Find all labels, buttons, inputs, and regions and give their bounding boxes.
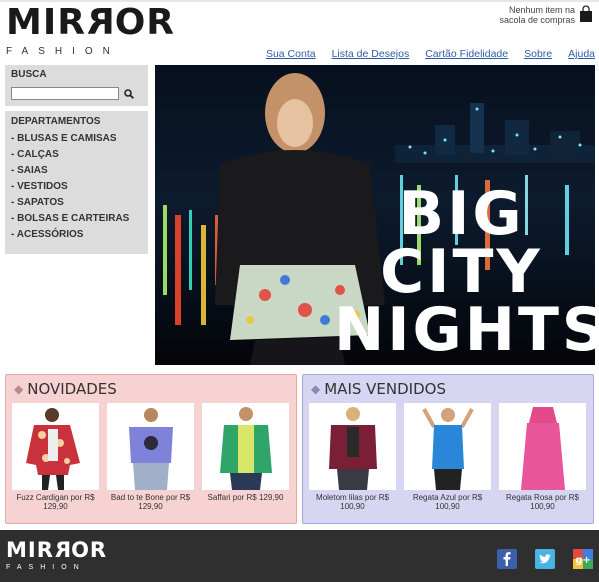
departments-box: DEPARTAMENTOS - BLUSAS E CAMISAS - CALÇA…	[5, 111, 148, 254]
nav-link-cartao-fidelidade[interactable]: Cartão Fidelidade	[425, 48, 508, 60]
product-caption[interactable]: Moletom lilas por R$ 100,90	[309, 493, 396, 513]
novidades-title: NOVIDADES	[27, 380, 117, 398]
department-item-acessorios[interactable]: - ACESSÓRIOS	[11, 227, 148, 243]
product-image[interactable]	[404, 403, 491, 490]
banner-line-2: CITY	[380, 237, 543, 307]
logo-tagline: FASHION	[6, 46, 120, 57]
departments-title: DEPARTAMENTOS	[11, 116, 101, 127]
product-image[interactable]	[12, 403, 99, 490]
department-item-sapatos[interactable]: - SAPATOS	[11, 195, 148, 211]
product-caption[interactable]: Fuzz Cardigan por R$ 129,90	[12, 493, 99, 513]
nav-link-lista-de-desejos[interactable]: Lista de Desejos	[332, 48, 410, 60]
search-box: BUSCA	[5, 65, 148, 106]
product-image[interactable]	[309, 403, 396, 490]
department-item-blusas-e-camisas[interactable]: - BLUSAS E CAMISAS	[11, 131, 148, 147]
twitter-icon[interactable]	[535, 549, 555, 569]
product-card[interactable]: Saffari por R$ 129,90	[202, 403, 289, 513]
footer-logo[interactable]: MIRROR FASHION	[6, 538, 108, 571]
search-input[interactable]	[11, 87, 119, 100]
search-title: BUSCA	[11, 69, 47, 80]
product-card[interactable]: Fuzz Cardigan por R$ 129,90	[12, 403, 99, 513]
hero-banner[interactable]: BIG CITY NIGHTS	[155, 65, 595, 365]
department-item-vestidos[interactable]: - VESTIDOS	[11, 179, 148, 195]
nav-link-sobre[interactable]: Sobre	[524, 48, 552, 60]
social-links: g+	[497, 549, 593, 569]
banner-line-3: NIGHTS	[334, 295, 595, 365]
department-item-saias[interactable]: - SAIAS	[11, 163, 148, 179]
diamond-icon: ◆	[14, 382, 24, 396]
footer-logo-wordmark: MIRROR	[6, 538, 108, 562]
departments-list: - BLUSAS E CAMISAS - CALÇAS - SAIAS - VE…	[5, 131, 148, 243]
footer-logo-tagline: FASHION	[6, 564, 86, 571]
shopping-bag-icon[interactable]	[579, 5, 593, 23]
novidades-panel: ◆ NOVIDADES Fuzz Cardigan por R$ 129,90	[5, 374, 297, 524]
department-item-calcas[interactable]: - CALÇAS	[11, 147, 148, 163]
facebook-icon[interactable]	[497, 549, 517, 569]
mais-vendidos-panel: ◆ MAIS VENDIDOS Moletom lilas por R$ 100…	[302, 374, 594, 524]
product-card[interactable]: Regata Azul por R$ 100,90	[404, 403, 491, 513]
cart-status-text: Nenhum item na sacola de compras	[499, 5, 575, 25]
nav-link-ajuda[interactable]: Ajuda	[568, 48, 595, 60]
shopping-bag[interactable]: Nenhum item na sacola de compras	[485, 5, 593, 25]
banner-headline: BIG CITY NIGHTS	[334, 179, 595, 365]
department-item-bolsas-e-carteiras[interactable]: - BOLSAS E CARTEIRAS	[11, 211, 148, 227]
product-image[interactable]	[107, 403, 194, 490]
product-card[interactable]: Regata Rosa por R$ 100,90	[499, 403, 586, 513]
banner-line-1: BIG	[398, 179, 525, 249]
product-caption[interactable]: Regata Rosa por R$ 100,90	[499, 493, 586, 513]
product-card[interactable]: Bad to te Bone por R$ 129,90	[107, 403, 194, 513]
diamond-icon: ◆	[311, 382, 321, 396]
product-caption[interactable]: Saffari por R$ 129,90	[202, 493, 289, 513]
google-plus-icon[interactable]: g+	[573, 549, 593, 569]
search-icon[interactable]	[124, 88, 134, 99]
product-caption[interactable]: Bad to te Bone por R$ 129,90	[107, 493, 194, 513]
logo[interactable]: MIRROR FASHION	[6, 2, 176, 57]
footer: MIRROR FASHION g+	[0, 530, 599, 582]
svg-text:g+: g+	[575, 555, 591, 566]
product-card[interactable]: Moletom lilas por R$ 100,90	[309, 403, 396, 513]
product-caption[interactable]: Regata Azul por R$ 100,90	[404, 493, 491, 513]
mais-vendidos-title: MAIS VENDIDOS	[324, 380, 446, 398]
nav-link-sua-conta[interactable]: Sua Conta	[266, 48, 316, 60]
product-image[interactable]	[202, 403, 289, 490]
logo-wordmark: MIRROR	[6, 2, 176, 43]
account-nav: Sua Conta Lista de Desejos Cartão Fideli…	[266, 48, 595, 60]
product-image[interactable]	[499, 403, 586, 490]
